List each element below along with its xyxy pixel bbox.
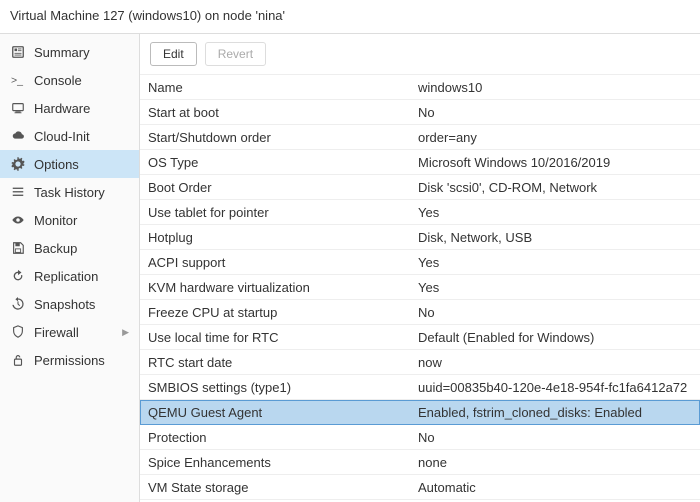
sidebar-item-label: Permissions: [34, 353, 105, 368]
option-row[interactable]: ACPI supportYes: [140, 250, 700, 275]
unlock-icon: [10, 352, 26, 368]
option-key: Spice Enhancements: [140, 451, 410, 474]
option-key: Use tablet for pointer: [140, 201, 410, 224]
option-value: now: [410, 351, 700, 374]
option-value: Yes: [410, 276, 700, 299]
sidebar-item-label: Summary: [34, 45, 90, 60]
history-icon: [10, 296, 26, 312]
option-key: KVM hardware virtualization: [140, 276, 410, 299]
options-table: Namewindows10Start at bootNoStart/Shutdo…: [140, 74, 700, 500]
sidebar-item-label: Hardware: [34, 101, 90, 116]
sidebar-item-snapshots[interactable]: Snapshots: [0, 290, 139, 318]
cloud-icon: [10, 128, 26, 144]
option-key: OS Type: [140, 151, 410, 174]
option-row[interactable]: SMBIOS settings (type1)uuid=00835b40-120…: [140, 375, 700, 400]
option-row[interactable]: KVM hardware virtualizationYes: [140, 275, 700, 300]
sidebar-item-label: Snapshots: [34, 297, 95, 312]
option-value: No: [410, 301, 700, 324]
sidebar-item-hardware[interactable]: Hardware: [0, 94, 139, 122]
option-value: Yes: [410, 201, 700, 224]
shield-icon: [10, 324, 26, 340]
option-key: Protection: [140, 426, 410, 449]
option-key: Name: [140, 76, 410, 99]
option-row[interactable]: HotplugDisk, Network, USB: [140, 225, 700, 250]
option-row[interactable]: Use tablet for pointerYes: [140, 200, 700, 225]
sidebar-item-console[interactable]: >_ Console: [0, 66, 139, 94]
option-row[interactable]: Namewindows10: [140, 75, 700, 100]
option-key: QEMU Guest Agent: [140, 401, 410, 424]
option-row[interactable]: OS TypeMicrosoft Windows 10/2016/2019: [140, 150, 700, 175]
sidebar-item-permissions[interactable]: Permissions: [0, 346, 139, 374]
option-key: Boot Order: [140, 176, 410, 199]
option-value: No: [410, 101, 700, 124]
sidebar-item-label: Console: [34, 73, 82, 88]
option-row[interactable]: Use local time for RTCDefault (Enabled f…: [140, 325, 700, 350]
main-panel: Edit Revert Namewindows10Start at bootNo…: [140, 34, 700, 502]
sidebar-item-label: Monitor: [34, 213, 77, 228]
save-icon: [10, 240, 26, 256]
sidebar-item-label: Options: [34, 157, 79, 172]
sidebar-item-monitor[interactable]: Monitor: [0, 206, 139, 234]
option-value: order=any: [410, 126, 700, 149]
option-value: Automatic: [410, 476, 700, 499]
option-row[interactable]: ProtectionNo: [140, 425, 700, 450]
list-icon: [10, 184, 26, 200]
sidebar-item-label: Firewall: [34, 325, 79, 340]
chevron-right-icon: ▶: [122, 327, 129, 338]
option-row[interactable]: Start at bootNo: [140, 100, 700, 125]
svg-text:>_: >_: [11, 75, 23, 87]
option-key: VM State storage: [140, 476, 410, 499]
revert-button[interactable]: Revert: [205, 42, 266, 66]
option-key: ACPI support: [140, 251, 410, 274]
sidebar-item-task-history[interactable]: Task History: [0, 178, 139, 206]
option-key: Hotplug: [140, 226, 410, 249]
option-value: Default (Enabled for Windows): [410, 326, 700, 349]
option-value: none: [410, 451, 700, 474]
option-value: Yes: [410, 251, 700, 274]
option-value: uuid=00835b40-120e-4e18-954f-fc1fa6412a7…: [410, 376, 700, 399]
option-value: Disk 'scsi0', CD-ROM, Network: [410, 176, 700, 199]
toolbar: Edit Revert: [140, 34, 700, 74]
option-row[interactable]: Boot OrderDisk 'scsi0', CD-ROM, Network: [140, 175, 700, 200]
option-row[interactable]: Start/Shutdown orderorder=any: [140, 125, 700, 150]
summary-icon: [10, 44, 26, 60]
sidebar-item-summary[interactable]: Summary: [0, 38, 139, 66]
option-key: Use local time for RTC: [140, 326, 410, 349]
sidebar-item-label: Replication: [34, 269, 98, 284]
option-row[interactable]: Freeze CPU at startupNo: [140, 300, 700, 325]
option-key: SMBIOS settings (type1): [140, 376, 410, 399]
sidebar: Summary >_ Console Hardware Cloud-Init Option…: [0, 34, 140, 502]
option-value: Microsoft Windows 10/2016/2019: [410, 151, 700, 174]
option-value: No: [410, 426, 700, 449]
sidebar-item-firewall[interactable]: Firewall ▶: [0, 318, 139, 346]
sidebar-item-backup[interactable]: Backup: [0, 234, 139, 262]
sidebar-item-replication[interactable]: Replication: [0, 262, 139, 290]
sidebar-item-label: Backup: [34, 241, 77, 256]
option-row[interactable]: VM State storageAutomatic: [140, 475, 700, 500]
option-key: Freeze CPU at startup: [140, 301, 410, 324]
option-row[interactable]: QEMU Guest AgentEnabled, fstrim_cloned_d…: [140, 400, 700, 425]
console-icon: >_: [10, 72, 26, 88]
sidebar-item-options[interactable]: Options: [0, 150, 139, 178]
layout: Summary >_ Console Hardware Cloud-Init Option…: [0, 34, 700, 502]
option-row[interactable]: Spice Enhancementsnone: [140, 450, 700, 475]
sidebar-item-label: Task History: [34, 185, 105, 200]
hardware-icon: [10, 100, 26, 116]
eye-icon: [10, 212, 26, 228]
gear-icon: [10, 156, 26, 172]
refresh-icon: [10, 268, 26, 284]
sidebar-item-cloud-init[interactable]: Cloud-Init: [0, 122, 139, 150]
edit-button[interactable]: Edit: [150, 42, 197, 66]
option-key: Start at boot: [140, 101, 410, 124]
option-row[interactable]: RTC start datenow: [140, 350, 700, 375]
option-key: Start/Shutdown order: [140, 126, 410, 149]
sidebar-item-label: Cloud-Init: [34, 129, 90, 144]
option-key: RTC start date: [140, 351, 410, 374]
option-value: Enabled, fstrim_cloned_disks: Enabled: [410, 401, 700, 424]
page-title: Virtual Machine 127 (windows10) on node …: [0, 0, 700, 34]
option-value: Disk, Network, USB: [410, 226, 700, 249]
option-value: windows10: [410, 76, 700, 99]
